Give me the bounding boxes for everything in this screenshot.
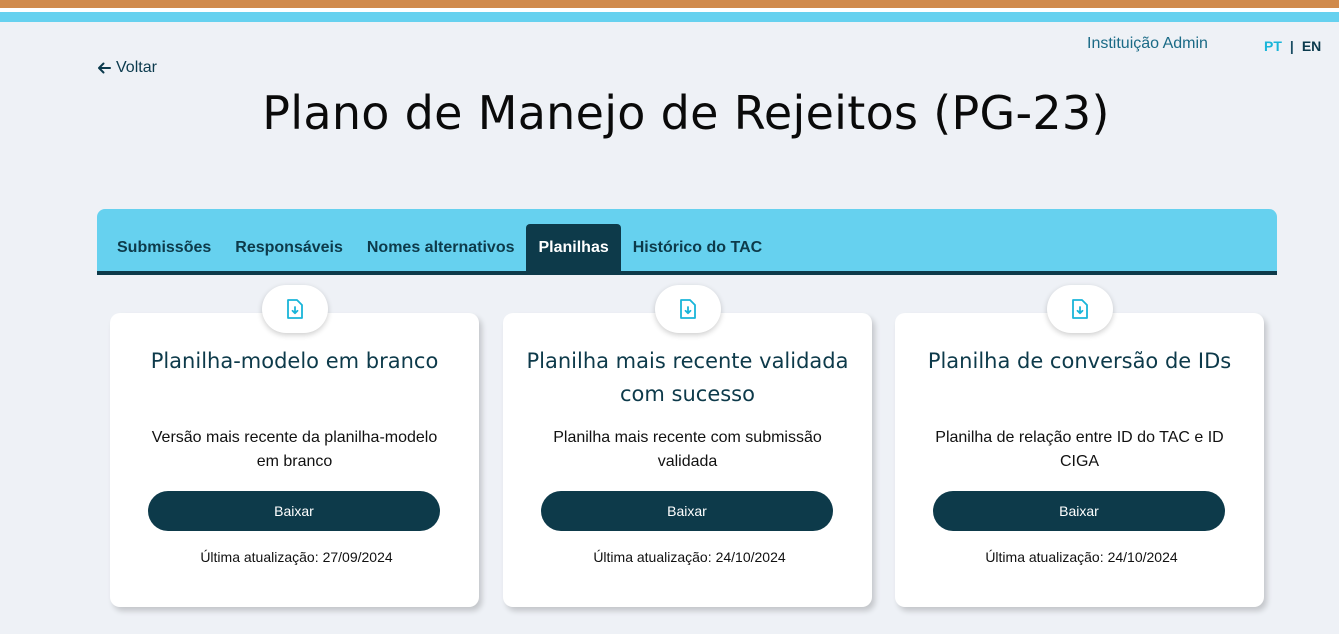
card-icon-badge bbox=[261, 285, 328, 333]
file-download-icon bbox=[1071, 299, 1088, 319]
download-button[interactable]: Baixar bbox=[541, 491, 833, 531]
file-download-icon bbox=[679, 299, 696, 319]
card-title: Planilha-modelo em branco bbox=[150, 349, 439, 373]
card-latest-validated: Planilha mais recente validada com suces… bbox=[503, 285, 872, 607]
last-updated-label: Última atualização: bbox=[985, 549, 1104, 565]
download-button[interactable]: Baixar bbox=[148, 491, 440, 531]
card-title: Planilha de conversão de IDs bbox=[927, 349, 1232, 373]
lang-separator: | bbox=[1289, 38, 1294, 54]
card-id-conversion: Planilha de conversão de IDs Planilha de… bbox=[895, 285, 1264, 607]
user-menu-link[interactable]: Instituição Admin bbox=[1087, 35, 1208, 53]
back-link[interactable]: Voltar bbox=[96, 59, 157, 77]
language-switcher: PT | EN bbox=[1264, 38, 1321, 54]
lang-en-link[interactable]: EN bbox=[1302, 38, 1321, 54]
tab-list: Submissões Responsáveis Nomes alternativ… bbox=[105, 224, 774, 271]
card-last-updated: Última atualização: 24/10/2024 bbox=[503, 549, 872, 565]
last-updated-date: 24/10/2024 bbox=[1107, 549, 1178, 565]
card-description: Versão mais recente da planilha-modelo e… bbox=[151, 429, 438, 470]
tab-planilhas[interactable]: Planilhas bbox=[526, 224, 621, 271]
last-updated-date: 24/10/2024 bbox=[715, 549, 786, 565]
tab-historico-tac[interactable]: Histórico do TAC bbox=[621, 224, 774, 271]
lang-pt-link[interactable]: PT bbox=[1264, 38, 1282, 54]
last-updated-date: 27/09/2024 bbox=[322, 549, 393, 565]
card-icon-badge bbox=[1046, 285, 1113, 333]
last-updated-label: Última atualização: bbox=[593, 549, 712, 565]
arrow-left-icon bbox=[98, 62, 111, 74]
page-title: Plano de Manejo de Rejeitos (PG-23) bbox=[262, 86, 1110, 140]
back-link-label: Voltar bbox=[116, 59, 157, 76]
top-stripe-orange bbox=[0, 0, 1339, 8]
tab-responsaveis[interactable]: Responsáveis bbox=[223, 224, 355, 271]
file-download-icon bbox=[286, 299, 303, 319]
card-description: Planilha de relação entre ID do TAC e ID… bbox=[935, 429, 1224, 470]
card-last-updated: Última atualização: 24/10/2024 bbox=[895, 549, 1264, 565]
tab-nomes-alternativos[interactable]: Nomes alternativos bbox=[355, 224, 527, 271]
tab-submissoes[interactable]: Submissões bbox=[105, 224, 223, 271]
tab-bar: Submissões Responsáveis Nomes alternativ… bbox=[97, 209, 1277, 275]
download-button[interactable]: Baixar bbox=[933, 491, 1225, 531]
card-icon-badge bbox=[654, 285, 721, 333]
card-last-updated: Última atualização: 27/09/2024 bbox=[110, 549, 479, 565]
card-title: Planilha mais recente validada com suces… bbox=[526, 349, 849, 406]
card-blank-template: Planilha-modelo em branco Versão mais re… bbox=[110, 285, 479, 607]
last-updated-label: Última atualização: bbox=[200, 549, 319, 565]
top-stripe-blue bbox=[0, 12, 1339, 22]
card-description: Planilha mais recente com submissão vali… bbox=[553, 429, 822, 470]
